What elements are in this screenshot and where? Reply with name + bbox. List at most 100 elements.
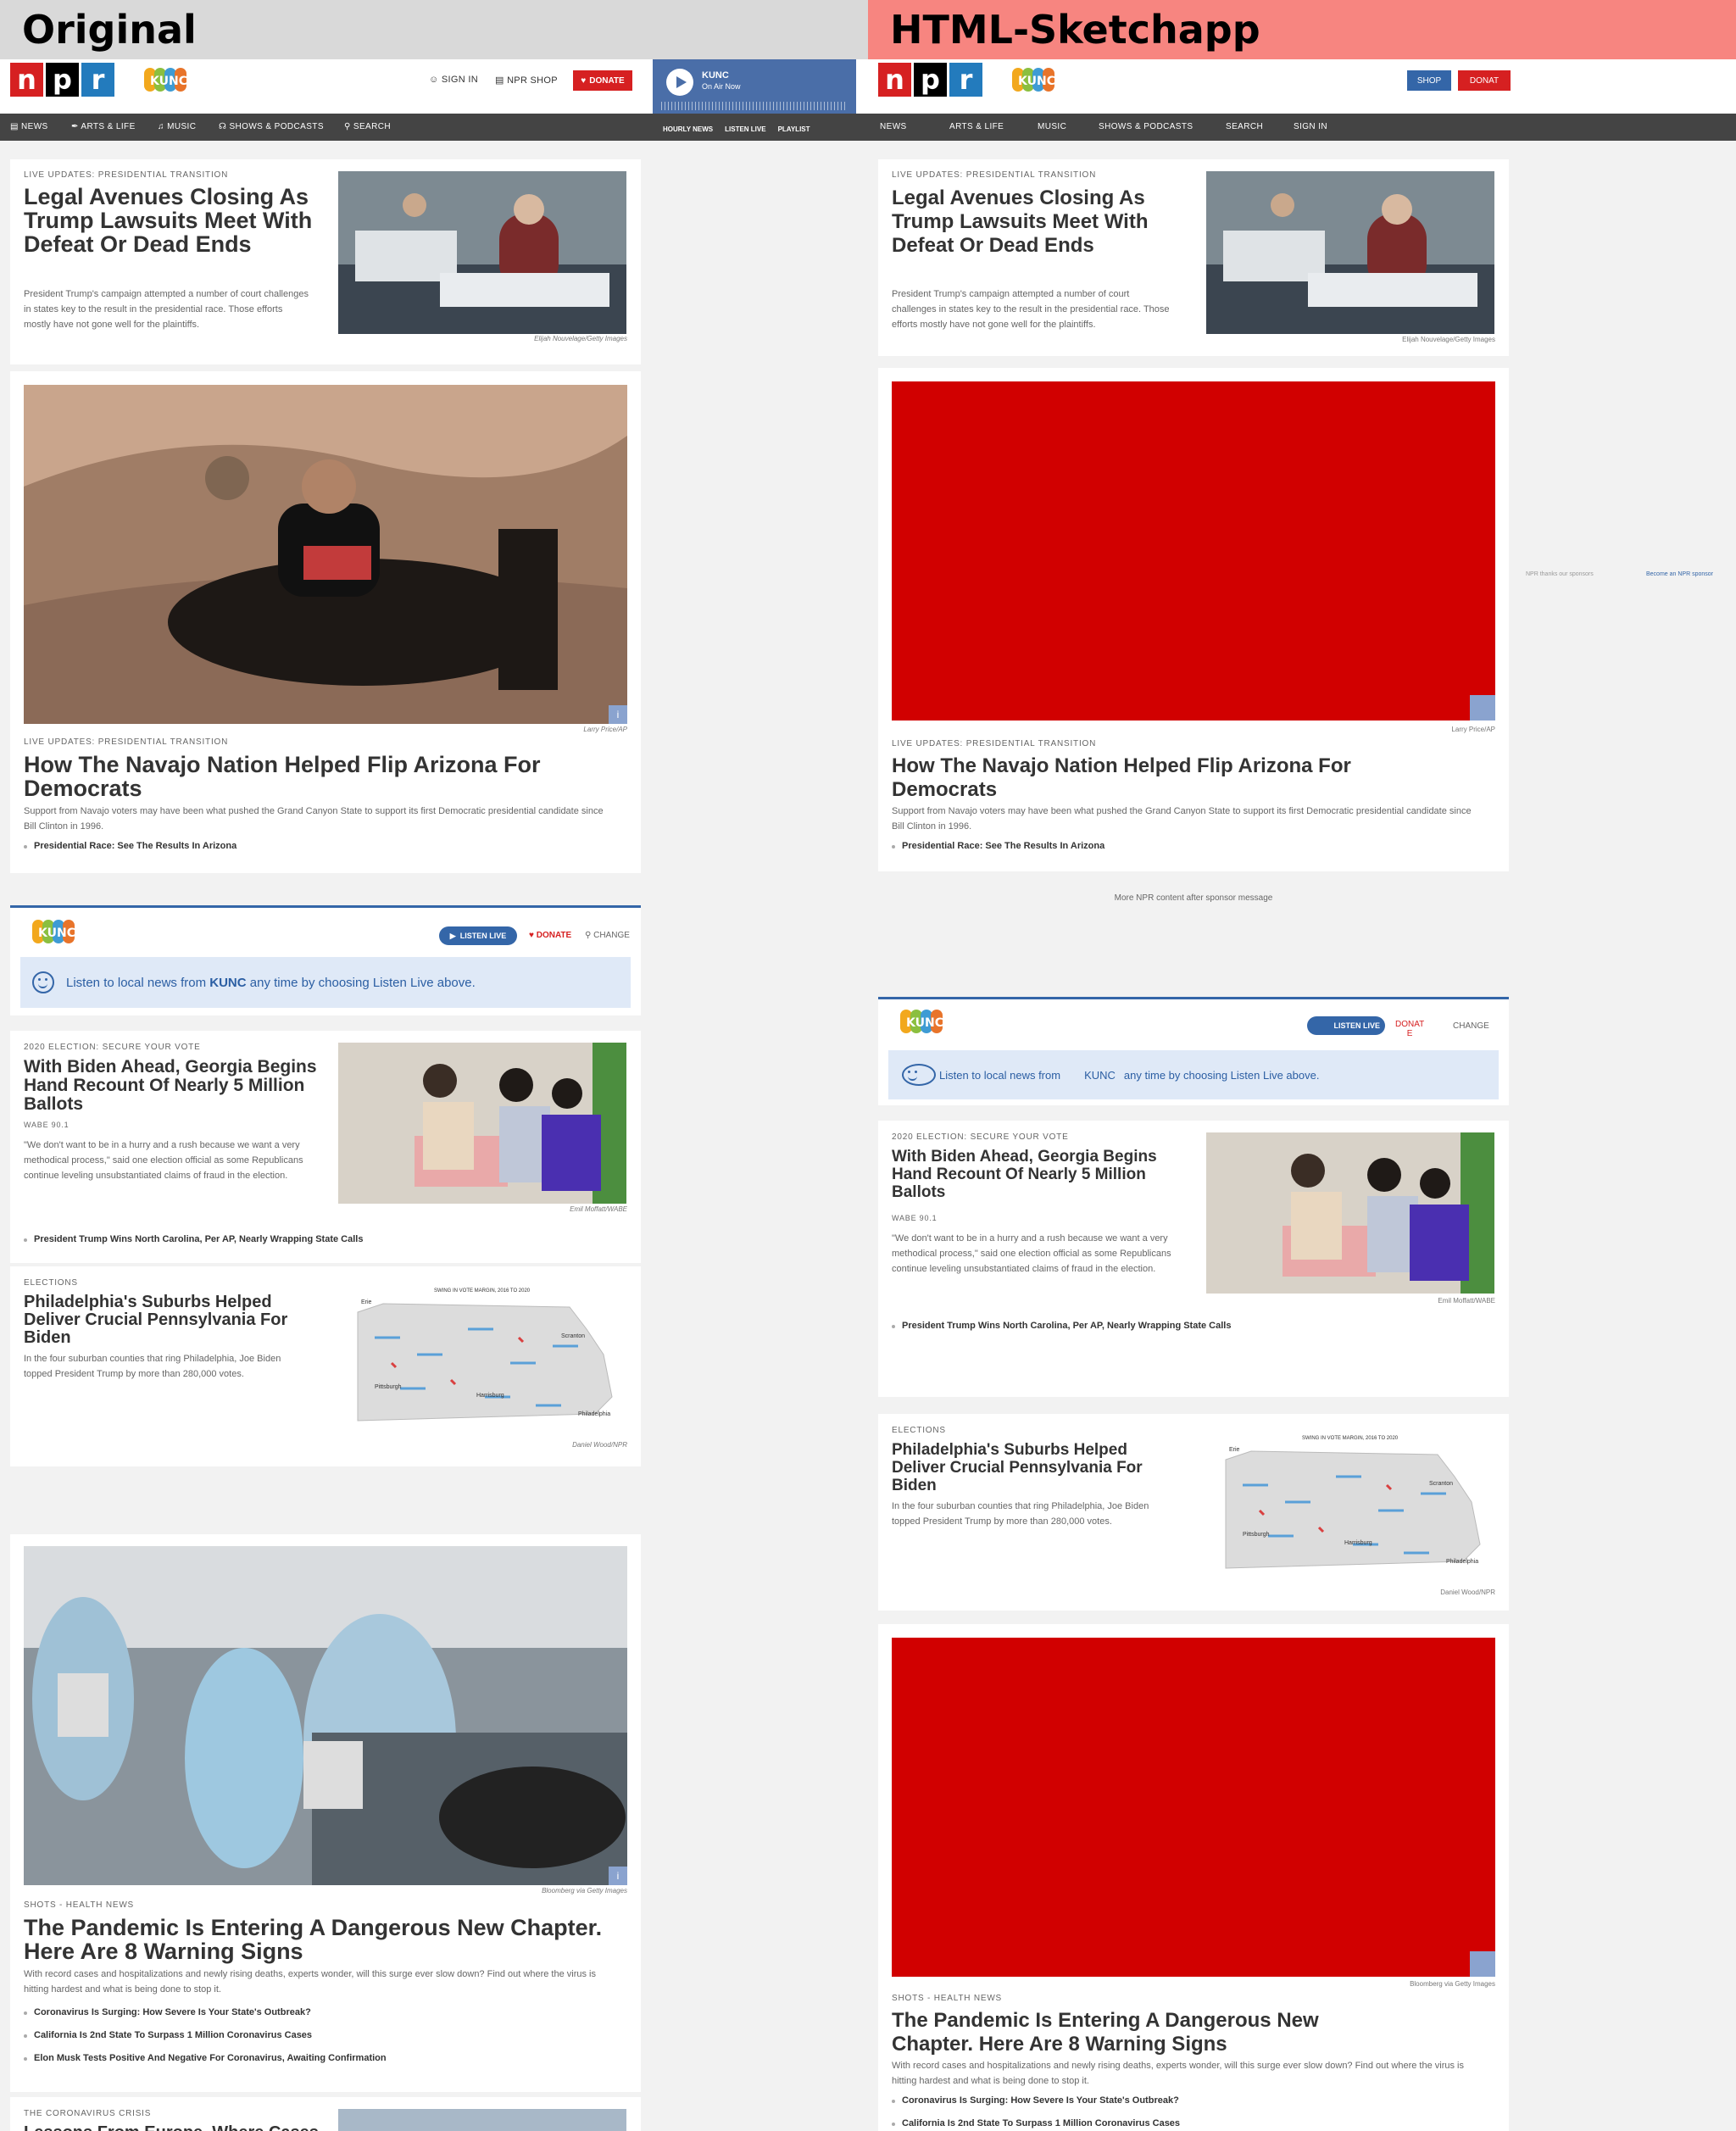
nav-search[interactable]: SEARCH <box>1226 122 1263 131</box>
story-image[interactable] <box>1206 1132 1494 1294</box>
story-slug[interactable]: LIVE UPDATES: PRESIDENTIAL TRANSITION <box>892 739 1096 748</box>
image-placeholder[interactable] <box>892 1638 1495 1977</box>
nav-music[interactable]: MUSIC <box>1038 122 1066 131</box>
story-headline[interactable]: How The Navajo Nation Helped Flip Arizon… <box>892 754 1443 802</box>
story-teaser: "We don't want to be in a hurry and a ru… <box>24 1140 303 1181</box>
local-station-module: KUNC ▶ LISTEN LIVE ♥ DONATE ⚲ CHANGE List… <box>10 905 641 1015</box>
related-link[interactable]: Coronavirus Is Surging: How Severe Is Yo… <box>892 2095 1179 2106</box>
story-image[interactable]: i <box>24 385 627 724</box>
story-headline[interactable]: Lessons From Europe, Where Cases Are Ris… <box>24 2124 320 2131</box>
nav-search[interactable]: ⚲ SEARCH <box>344 122 391 131</box>
kunc-logo[interactable]: KUNC <box>1009 63 1065 97</box>
related-link[interactable]: President Trump Wins North Carolina, Per… <box>892 1321 1231 1331</box>
story-image[interactable] <box>1206 171 1494 334</box>
story-headline[interactable]: With Biden Ahead, Georgia Begins Hand Re… <box>892 1148 1180 1201</box>
npr-logo[interactable]: npr <box>10 63 114 97</box>
story-slug[interactable]: ELECTIONS <box>892 1426 946 1435</box>
info-icon[interactable]: i <box>609 705 627 724</box>
story-card: 2020 ELECTION: SECURE YOUR VOTE With Bid… <box>878 1121 1509 1397</box>
story-slug[interactable]: SHOTS - HEALTH NEWS <box>24 1900 134 1910</box>
story-headline[interactable]: The Pandemic Is Entering A Dangerous New… <box>892 2009 1400 2056</box>
story-teaser: President Trump's campaign attempted a n… <box>24 289 309 330</box>
change-station-link[interactable]: CHANGE <box>1453 1021 1489 1031</box>
local-station-module: KUNC LISTEN LIVE DONAT E CHANGE Listen to… <box>878 997 1509 1105</box>
nav-news[interactable]: NEWS <box>880 122 907 131</box>
local-note: Listen to local news from KUNC any time by… <box>888 1050 1499 1099</box>
story-headline[interactable]: Philadelphia's Suburbs Helped Deliver Cr… <box>24 1294 320 1347</box>
story-slug[interactable]: LIVE UPDATES: PRESIDENTIAL TRANSITION <box>892 170 1096 180</box>
story-image[interactable]: i <box>24 1546 627 1885</box>
story-slug[interactable]: SHOTS - HEALTH NEWS <box>892 1994 1002 2003</box>
nav-shows[interactable]: ☊ SHOWS & PODCASTS <box>219 122 324 131</box>
playlist-link[interactable]: PLAYLIST <box>778 125 810 133</box>
npr-shop-link[interactable]: ▤ NPR SHOP <box>495 75 558 86</box>
listen-live-button[interactable]: ▶ LISTEN LIVE <box>439 926 517 945</box>
story-slug[interactable]: ELECTIONS <box>24 1278 78 1288</box>
image-credit: Daniel Wood/NPR <box>572 1441 627 1449</box>
kunc-logo[interactable]: KUNC <box>141 63 197 97</box>
sponsor-thanks: NPR thanks our sponsors <box>1526 571 1594 577</box>
nav-shows[interactable]: SHOWS & PODCASTS <box>1099 122 1193 131</box>
related-link[interactable]: California Is 2nd State To Surpass 1 Mil… <box>24 2030 312 2040</box>
original-pane: npr KUNC ☺ SIGN IN ▤ NPR SHOP ♥ DONATE KU… <box>0 59 868 2131</box>
related-link[interactable]: Elon Musk Tests Positive And Negative Fo… <box>24 2053 387 2063</box>
pennsylvania-map[interactable]: SWING IN VOTE MARGIN, 2016 TO 2020 Erie Sc… <box>1217 1426 1488 1583</box>
kunc-logo[interactable]: KUNC <box>29 915 85 949</box>
related-link[interactable]: Presidential Race: See The Results In Ar… <box>892 841 1104 851</box>
story-headline[interactable]: With Biden Ahead, Georgia Begins Hand Re… <box>24 1058 320 1114</box>
story-slug[interactable]: 2020 ELECTION: SECURE YOUR VOTE <box>892 1132 1069 1142</box>
map-city: Harrisburg <box>1344 1540 1372 1546</box>
info-icon[interactable] <box>1470 695 1495 721</box>
nav-news[interactable]: ▤ NEWS <box>10 122 48 131</box>
map-city: Erie <box>361 1299 372 1305</box>
donate-link[interactable]: DONAT E <box>1395 1020 1424 1038</box>
related-link[interactable]: California Is 2nd State To Surpass 1 Mil… <box>892 2118 1180 2128</box>
image-credit: Elijah Nouvelage/Getty Images <box>534 335 627 342</box>
player-links: HOURLY NEWS LISTEN LIVE PLAYLIST <box>653 125 856 133</box>
listen-live-link[interactable]: LISTEN LIVE <box>725 125 765 133</box>
donate-button[interactable]: ♥ DONATE <box>573 70 632 91</box>
nav-arts[interactable]: ARTS & LIFE <box>949 122 1004 131</box>
listen-live-button[interactable]: LISTEN LIVE <box>1307 1016 1385 1035</box>
info-icon[interactable]: i <box>609 1867 627 1885</box>
donate-button[interactable]: DONAT <box>1458 70 1511 91</box>
donate-link[interactable]: ♥ DONATE <box>529 931 571 940</box>
story-headline[interactable]: Legal Avenues Closing As Trump Lawsuits … <box>892 186 1188 258</box>
image-placeholder[interactable] <box>892 381 1495 721</box>
related-link[interactable]: President Trump Wins North Carolina, Per… <box>24 1234 363 1244</box>
story-headline[interactable]: Legal Avenues Closing As Trump Lawsuits … <box>24 185 320 256</box>
info-icon[interactable] <box>1470 1951 1495 1977</box>
story-image[interactable] <box>338 1043 626 1204</box>
story-slug[interactable]: LIVE UPDATES: PRESIDENTIAL TRANSITION <box>24 737 228 747</box>
map-city: Philadelphia <box>1446 1559 1478 1565</box>
story-teaser: With record cases and hospitalizations a… <box>892 2061 1464 2086</box>
pennsylvania-map[interactable]: SWING IN VOTE MARGIN, 2016 TO 2020 Erie Sc… <box>349 1278 620 1436</box>
kunc-logo[interactable]: KUNC <box>897 1004 953 1038</box>
image-credit: Daniel Wood/NPR <box>1440 1589 1495 1596</box>
hourly-news-link[interactable]: HOURLY NEWS <box>663 125 713 133</box>
npr-logo[interactable]: npr <box>878 63 982 97</box>
smile-icon <box>902 1064 936 1086</box>
story-headline[interactable]: How The Navajo Nation Helped Flip Arizon… <box>24 753 617 800</box>
story-slug[interactable]: THE CORONAVIRUS CRISIS <box>24 2109 151 2118</box>
image-credit: Bloomberg via Getty Images <box>1410 1980 1495 1988</box>
nav-sign-in[interactable]: SIGN IN <box>1294 122 1327 131</box>
play-icon[interactable] <box>666 69 693 96</box>
change-station-link[interactable]: ⚲ CHANGE <box>585 931 630 940</box>
story-slug[interactable]: 2020 ELECTION: SECURE YOUR VOTE <box>24 1043 201 1052</box>
story-card: ELECTIONS Philadelphia's Suburbs Helped … <box>10 1266 641 1466</box>
story-image[interactable] <box>338 171 626 334</box>
story-headline[interactable]: The Pandemic Is Entering A Dangerous New… <box>24 1916 617 1963</box>
related-link[interactable]: Coronavirus Is Surging: How Severe Is Yo… <box>24 2007 311 2017</box>
nav-arts[interactable]: ✒ ARTS & LIFE <box>71 122 136 131</box>
svg-text:KUNC: KUNC <box>150 75 187 88</box>
nav-music[interactable]: ♫ MUSIC <box>158 122 196 131</box>
sign-in-link[interactable]: ☺ SIGN IN <box>429 75 478 85</box>
story-headline[interactable]: Philadelphia's Suburbs Helped Deliver Cr… <box>892 1441 1171 1494</box>
story-image[interactable] <box>338 2109 626 2131</box>
become-sponsor-link[interactable]: Become an NPR sponsor <box>1646 571 1713 577</box>
related-link[interactable]: Presidential Race: See The Results In Ar… <box>24 841 236 851</box>
story-slug[interactable]: LIVE UPDATES: PRESIDENTIAL TRANSITION <box>24 170 228 180</box>
shop-button[interactable]: SHOP <box>1407 70 1451 91</box>
map-city: Scranton <box>561 1333 585 1339</box>
